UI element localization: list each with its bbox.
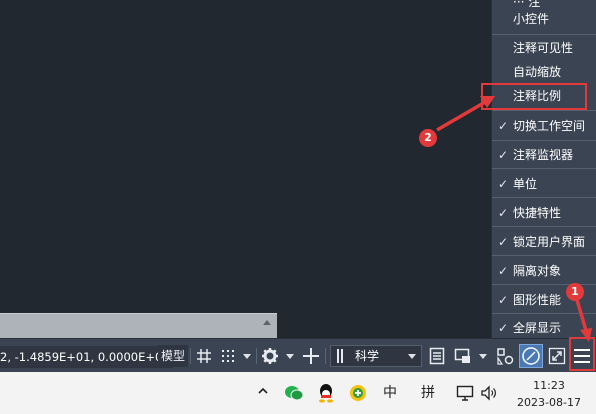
ime-language-indicator[interactable]: 中: [380, 372, 400, 414]
command-line-panel[interactable]: [0, 313, 277, 338]
isolate-objects-icon[interactable]: [494, 345, 516, 367]
menu-divider: [492, 110, 596, 111]
highlight-customization-button: [569, 337, 595, 371]
check-icon: ✓: [497, 119, 509, 133]
menu-item-label: 全屏显示: [513, 321, 562, 335]
check-icon: ✓: [497, 206, 509, 220]
menu-item-switch-workspace[interactable]: ✓ 切换工作空间: [492, 114, 596, 138]
menu-item-label: 快捷特性: [513, 206, 562, 220]
menu-item-units[interactable]: ✓ 单位: [492, 172, 596, 196]
display-icon[interactable]: [454, 372, 476, 414]
check-icon: ✓: [497, 293, 509, 307]
wechat-icon[interactable]: [282, 372, 306, 414]
system-clock[interactable]: 11:23 2023-08-17: [505, 378, 593, 410]
check-icon: ✓: [497, 264, 509, 278]
fullscreen-icon[interactable]: [546, 345, 568, 367]
check-icon: ✓: [497, 235, 509, 249]
menu-divider: [492, 34, 596, 35]
step-1-badge: 1: [566, 283, 584, 301]
menu-item-label: 单位: [513, 177, 538, 191]
model-space-button[interactable]: 模型: [158, 345, 188, 367]
menu-item-label: 小控件: [513, 12, 550, 26]
properties-panel-icon[interactable]: [427, 345, 447, 367]
menu-item-annotation-monitor[interactable]: ✓ 注释监视器: [492, 143, 596, 167]
clock-date: 2023-08-17: [517, 396, 581, 409]
menu-item-label: 隔离对象: [513, 264, 562, 278]
volume-icon[interactable]: [478, 372, 500, 414]
menu-divider: [492, 313, 596, 314]
expand-up-icon[interactable]: [263, 320, 271, 325]
windows-taskbar: 中 拼 11:23 2023-08-17: [0, 372, 596, 414]
chevron-down-icon[interactable]: [283, 345, 297, 367]
chevron-up-icon[interactable]: [253, 372, 273, 414]
ime-mode-indicator[interactable]: 拼: [418, 372, 438, 414]
menu-divider: [492, 168, 596, 169]
menu-item-quick-properties[interactable]: ✓ 快捷特性: [492, 201, 596, 225]
scale-label: 科学: [355, 349, 380, 363]
check-icon: ✓: [497, 321, 509, 335]
menu-item-label: 注释可见性: [513, 41, 574, 55]
menu-item-lock-ui[interactable]: ✓ 锁定用户界面: [492, 230, 596, 254]
menu-item-label: 切换工作空间: [513, 119, 586, 133]
chevron-down-icon[interactable]: [476, 345, 490, 367]
clock-time: 11:23: [533, 379, 565, 392]
menu-divider: [492, 226, 596, 227]
step-2-badge: 2: [419, 129, 437, 147]
menu-divider: [492, 140, 596, 141]
chevron-down-icon: [408, 346, 416, 366]
menu-item-annotation-visibility[interactable]: 注释可见性: [492, 36, 596, 60]
check-icon: ✓: [497, 177, 509, 191]
menu-item-label: 自动缩放: [513, 65, 562, 79]
menu-item-auto-scale[interactable]: 自动缩放: [492, 60, 596, 84]
menu-item-label: 锁定用户界面: [513, 235, 586, 249]
grid-icon[interactable]: [193, 345, 215, 367]
snap-icon[interactable]: [217, 345, 239, 367]
menu-item-label: 图形性能: [513, 293, 562, 307]
security-app-icon[interactable]: [346, 372, 370, 414]
status-bar: 2, -1.4859E+01, 0.0000E+00 模型 科学: [0, 338, 596, 373]
graphics-performance-button[interactable]: [519, 344, 543, 368]
unit-scale-select[interactable]: 科学: [330, 345, 422, 367]
crosshair-icon[interactable]: [300, 345, 322, 367]
chevron-down-icon[interactable]: [240, 345, 254, 367]
gear-icon[interactable]: [259, 345, 281, 367]
check-icon: ✓: [497, 148, 509, 162]
workspace-icon[interactable]: [452, 345, 474, 367]
ruler-icon: [337, 349, 343, 363]
menu-item-label: 注释监视器: [513, 148, 574, 162]
qq-icon[interactable]: [314, 372, 338, 414]
highlight-annotation-scale: [481, 83, 587, 110]
menu-divider: [492, 197, 596, 198]
menu-item-widgets[interactable]: 小控件: [492, 7, 596, 31]
menu-item-isolate-objects[interactable]: ✓ 隔离对象: [492, 259, 596, 283]
menu-divider: [492, 255, 596, 256]
coordinate-readout[interactable]: 2, -1.4859E+01, 0.0000E+00: [0, 346, 173, 368]
